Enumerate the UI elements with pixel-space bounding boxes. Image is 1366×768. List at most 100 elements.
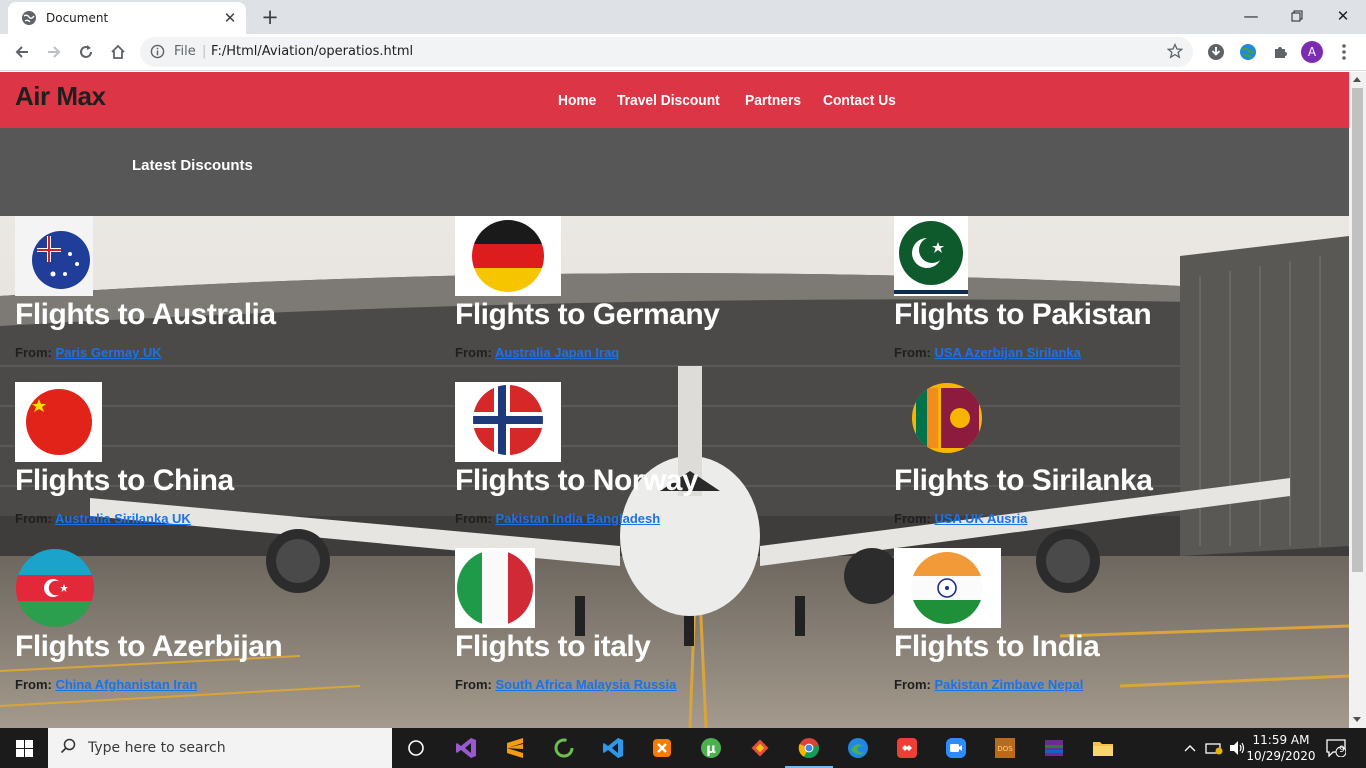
origins-link[interactable]: Australia Japan Iraq: [495, 345, 619, 360]
minimize-button[interactable]: —: [1228, 0, 1274, 32]
italy-flag-icon: [455, 548, 535, 628]
flight-card: Flights to Pakistan From: USA Azerbijan …: [894, 216, 1334, 382]
from-label: From:: [894, 677, 931, 692]
sublime-text-icon[interactable]: [501, 734, 529, 762]
browser-tab-strip: Document ✕ + — ✕: [0, 0, 1366, 34]
flight-card: Flights to Norway From: Pakistan India B…: [455, 382, 895, 548]
card-origins: From: Australia Japan Iraq: [455, 345, 619, 360]
windows-start-icon[interactable]: [0, 728, 48, 768]
card-title: Flights to italy: [455, 630, 651, 663]
winrar-icon[interactable]: [1040, 734, 1068, 762]
flight-card: Flights to India From: Pakistan Zimbave …: [894, 548, 1334, 714]
scroll-up-arrow-icon[interactable]: [1353, 77, 1361, 82]
browser-tab[interactable]: Document ✕: [8, 2, 246, 34]
flight-card: Flights to Sirilanka From: USA UK Ausria: [894, 382, 1334, 548]
from-label: From:: [15, 345, 52, 360]
card-origins: From: Australia Sirilanka UK: [15, 511, 191, 526]
utorrent-icon[interactable]: µ: [697, 734, 725, 762]
card-title: Flights to China: [15, 464, 234, 497]
dosbox-icon[interactable]: DOS: [991, 734, 1019, 762]
card-origins: From: Paris Germay UK: [15, 345, 162, 360]
card-origins: From: South Africa Malaysia Russia: [455, 677, 676, 692]
extension-globe-icon[interactable]: [1238, 42, 1258, 62]
scroll-thumb[interactable]: [1352, 88, 1363, 572]
globe-icon: [21, 10, 37, 26]
new-tab-button[interactable]: +: [258, 5, 282, 29]
url-separator: |: [202, 44, 207, 59]
close-tab-icon[interactable]: ✕: [220, 8, 240, 28]
xampp-icon[interactable]: [648, 734, 676, 762]
back-arrow-icon[interactable]: [8, 38, 36, 66]
clock-date: 10/29/2020: [1246, 749, 1316, 763]
flight-card: Flights to Germany From: Australia Japan…: [455, 216, 895, 382]
system-clock[interactable]: 11:59 AM 10/29/2020: [1245, 732, 1317, 764]
origins-link[interactable]: USA UK Ausria: [934, 511, 1027, 526]
edge-icon[interactable]: [844, 734, 872, 762]
notification-center-icon[interactable]: 9: [1322, 734, 1350, 762]
from-label: From:: [15, 677, 52, 692]
git-tool-icon[interactable]: [746, 734, 774, 762]
svg-text:DOS: DOS: [997, 745, 1013, 753]
from-label: From:: [455, 345, 492, 360]
forward-arrow-icon[interactable]: [40, 38, 68, 66]
chrome-icon[interactable]: [785, 734, 833, 768]
profile-avatar[interactable]: A: [1301, 41, 1323, 63]
azerbaijan-flag-icon: [16, 549, 94, 627]
card-title: Flights to Australia: [15, 298, 276, 331]
from-label: From:: [455, 677, 492, 692]
site-nav: Home Travel Discount Partners Contact Us: [558, 92, 902, 109]
card-title: Flights to Azerbijan: [15, 630, 283, 663]
refresh-app-icon[interactable]: [550, 734, 578, 762]
vscode-icon[interactable]: [599, 734, 627, 762]
origins-link[interactable]: Paris Germay UK: [55, 345, 161, 360]
nav-contact-us-link[interactable]: Contact Us: [823, 92, 896, 109]
origins-link[interactable]: China Afghanistan Iran: [55, 677, 197, 692]
flight-card: Flights to Azerbijan From: China Afghani…: [15, 548, 455, 714]
card-title: Flights to Germany: [455, 298, 720, 331]
file-explorer-icon[interactable]: [1089, 734, 1117, 762]
info-icon[interactable]: [150, 44, 165, 63]
reload-icon[interactable]: [72, 38, 100, 66]
card-title: Flights to Norway: [455, 464, 699, 497]
from-label: From:: [455, 511, 492, 526]
url-text[interactable]: F:/Html/Aviation/operatios.html: [211, 44, 413, 59]
card-origins: From: China Afghanistan Iran: [15, 677, 197, 692]
card-origins: From: USA Azerbijan Sirilanka: [894, 345, 1081, 360]
discount-band: Latest Discounts: [0, 128, 1349, 216]
page-scrollbar[interactable]: [1349, 72, 1366, 728]
nav-travel-discount-link[interactable]: Travel Discount: [617, 92, 720, 109]
zoom-icon[interactable]: [942, 734, 970, 762]
home-icon[interactable]: [104, 38, 132, 66]
clock-time: 11:59 AM: [1252, 733, 1310, 747]
flight-card: Flights to italy From: South Africa Mala…: [455, 548, 895, 714]
extensions-puzzle-icon[interactable]: [1270, 42, 1290, 62]
origins-link[interactable]: Pakistan Zimbave Nepal: [934, 677, 1083, 692]
australia-flag-icon: [15, 216, 93, 296]
windows-taskbar: Type here to search µ DOS 11:59 AM 10/29…: [0, 728, 1366, 768]
visual-studio-icon[interactable]: [452, 734, 480, 762]
nav-home-link[interactable]: Home: [558, 92, 596, 109]
more-menu-icon[interactable]: [1334, 42, 1354, 62]
origins-link[interactable]: Pakistan India Bangladesh: [495, 511, 660, 526]
site-brand[interactable]: Air Max: [15, 81, 106, 112]
from-label: From:: [894, 511, 931, 526]
taskbar-search-box[interactable]: Type here to search: [48, 728, 392, 768]
origins-link[interactable]: USA Azerbijan Sirilanka: [934, 345, 1080, 360]
origins-link[interactable]: Australia Sirilanka UK: [55, 511, 191, 526]
bookmark-star-icon[interactable]: [1166, 42, 1184, 63]
address-bar[interactable]: File | F:/Html/Aviation/operatios.html: [140, 37, 1193, 67]
origins-link[interactable]: South Africa Malaysia Russia: [495, 677, 676, 692]
close-window-button[interactable]: ✕: [1320, 0, 1366, 32]
search-placeholder: Type here to search: [88, 740, 226, 756]
download-icon[interactable]: [1206, 42, 1226, 62]
task-view-icon[interactable]: [402, 734, 430, 762]
india-flag-icon: [894, 548, 1001, 628]
from-label: From:: [894, 345, 931, 360]
scroll-down-arrow-icon[interactable]: [1353, 717, 1361, 722]
pakistan-flag-icon: [894, 216, 968, 296]
from-label: From:: [15, 511, 52, 526]
flight-card: Flights to Australia From: Paris Germay …: [15, 216, 455, 382]
nav-partners-link[interactable]: Partners: [745, 92, 801, 109]
restore-button[interactable]: [1274, 0, 1320, 32]
anydesk-icon[interactable]: [893, 734, 921, 762]
